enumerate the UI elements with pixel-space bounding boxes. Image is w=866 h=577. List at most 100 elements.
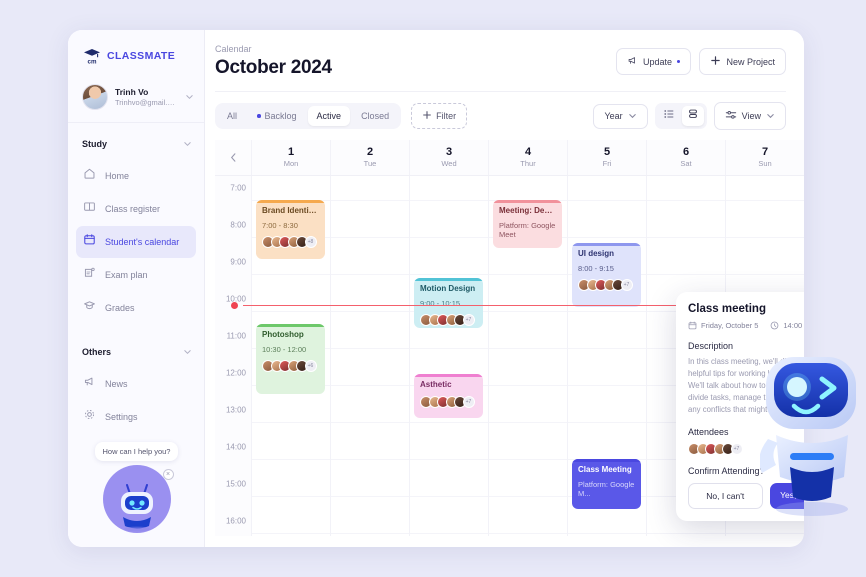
day-column[interactable]	[330, 176, 409, 536]
page-title: October 2024	[215, 57, 332, 78]
add-filter-button[interactable]: Filter	[411, 103, 468, 129]
calendar-event[interactable]: UI design 8:00 - 9:15 +7	[572, 242, 641, 308]
filter-pill-label: All	[227, 111, 238, 121]
sidebar-item-label: Settings	[105, 412, 138, 422]
assistant-widget[interactable]: How can I help you? ×	[68, 441, 205, 533]
time-gutter: 7:00 8:00 9:00 10:00 11:00 12:00 13:00 14:00 15:…	[215, 176, 251, 536]
prev-week-button[interactable]	[215, 140, 251, 175]
day-number: 5	[603, 146, 611, 158]
sidebar-item-students-calendar[interactable]: Student's calendar	[76, 226, 196, 258]
sidebar-item-class-register[interactable]: Class register	[76, 193, 196, 225]
event-accent-bar	[572, 459, 641, 462]
chevron-down-icon[interactable]	[183, 135, 192, 153]
day-number: 1	[287, 146, 295, 158]
popover-date: Friday, October 5	[688, 321, 758, 330]
board-view-button[interactable]	[681, 106, 704, 126]
event-attendees: +6	[262, 359, 319, 372]
close-circle-icon[interactable]: ×	[162, 469, 174, 480]
plus-icon	[422, 110, 432, 122]
day-column-header[interactable]: 2 Tue	[330, 140, 409, 175]
calendar-day-header: 1 Mon 2 Tue 3 Wed 4 Thur 5 Fri 6 Sat 7 S…	[215, 140, 804, 176]
brand-logo[interactable]: cm CLASSMATE	[68, 30, 204, 66]
day-name: Mon	[283, 159, 299, 168]
robot-avatar-icon[interactable]: ×	[102, 465, 174, 533]
attendees-more-count: +7	[620, 278, 633, 291]
megaphone-icon	[627, 55, 638, 68]
decline-button[interactable]: No, I can't	[688, 483, 763, 510]
filter-pill-all[interactable]: All	[218, 106, 246, 126]
brand-name: CLASSMATE	[107, 50, 176, 62]
filter-pill-label: Backlog	[264, 111, 297, 121]
calendar-event[interactable]: Meeting: Desig... Platform: Google Meet	[493, 200, 562, 249]
sidebar-item-exam-plan[interactable]: Exam plan	[76, 259, 196, 291]
filter-pill-closed[interactable]: Closed	[352, 106, 398, 126]
hour-label: 11:00	[226, 331, 246, 341]
popover-title: Class meeting	[688, 303, 766, 315]
breadcrumb: Calendar	[215, 44, 252, 54]
new-project-button-label: New Project	[726, 56, 775, 67]
section-header-study[interactable]: Study	[68, 123, 204, 159]
day-name: Thur	[520, 159, 536, 168]
calendar-event[interactable]: Brand Identity D... 7:00 - 8:30 +8	[256, 200, 325, 260]
book-icon	[83, 200, 96, 218]
range-select[interactable]: Year	[593, 103, 648, 129]
day-name: Wed	[441, 159, 457, 168]
hour-label: 12:00	[225, 368, 246, 378]
sidebar-item-settings[interactable]: Settings	[76, 401, 196, 433]
chevron-left-icon	[230, 153, 235, 162]
calendar-event[interactable]: Photoshop 10:30 - 12:00 +6	[256, 323, 325, 395]
sidebar-item-grades[interactable]: Grades	[76, 292, 196, 324]
section-title: Study	[82, 139, 108, 149]
day-column-header[interactable]: 1 Mon	[251, 140, 330, 175]
home-icon	[83, 167, 96, 185]
plus-icon	[710, 55, 721, 68]
filter-pill-active[interactable]: Active	[307, 106, 351, 126]
calendar-event[interactable]: Motion Design 9:00 - 10:15 +7	[414, 277, 483, 328]
new-project-button[interactable]: New Project	[699, 48, 786, 75]
event-title: Class Meeting	[578, 465, 632, 474]
chevron-down-icon[interactable]	[185, 88, 194, 106]
clock-icon	[771, 321, 779, 330]
attendees-more-count: +7	[462, 313, 475, 326]
attendees-more-count: +7	[730, 443, 743, 456]
event-accent-bar	[256, 200, 325, 203]
attendees-more-count: +6	[304, 359, 317, 372]
sidebar-item-home[interactable]: Home	[76, 160, 196, 192]
event-title: Photoshop	[262, 329, 304, 339]
day-column[interactable]	[409, 176, 488, 536]
avatar	[82, 84, 108, 110]
view-options-button[interactable]: View	[713, 102, 786, 130]
update-button[interactable]: Update	[615, 48, 692, 75]
attendees-more-count: +8	[304, 236, 317, 248]
day-column-header[interactable]: 4 Thur	[488, 140, 567, 175]
chevron-down-icon[interactable]	[183, 343, 192, 361]
graduation-cap-icon: cm	[82, 46, 102, 66]
event-title: Brand Identity D...	[262, 206, 319, 215]
day-number: 7	[761, 146, 769, 158]
list-view-button[interactable]	[658, 106, 680, 126]
hour-label: 15:00	[225, 479, 246, 489]
day-column-header[interactable]: 7 Sun	[725, 140, 804, 175]
profile-email: Trinhvo@gmail.com	[115, 97, 178, 107]
event-attendees: +7	[420, 313, 477, 326]
sliders-icon	[725, 109, 737, 123]
section-header-others[interactable]: Others	[68, 325, 204, 367]
view-options-label: View	[741, 111, 761, 121]
event-subtitle: 7:00 - 8:30	[262, 221, 298, 230]
popover-time-text: 14:00 - 15:00	[783, 321, 804, 330]
megaphone-icon	[83, 375, 96, 393]
add-filter-label: Filter	[436, 111, 457, 121]
current-time-dot	[231, 301, 238, 309]
sidebar-item-news[interactable]: News	[76, 368, 196, 400]
day-column-header[interactable]: 3 Wed	[409, 140, 488, 175]
profile-card[interactable]: Trinh Vo Trinhvo@gmail.com	[68, 72, 204, 123]
filter-pill-backlog[interactable]: Backlog	[248, 106, 306, 126]
calendar-event[interactable]: Class Meeting Platform: Google M...	[572, 459, 641, 509]
event-subtitle: 8:00 - 9:15	[578, 263, 614, 273]
clipboard-icon	[83, 266, 96, 284]
calendar-icon	[688, 321, 697, 330]
day-column-header[interactable]: 6 Sat	[646, 140, 725, 175]
calendar-event[interactable]: Asthetic +7	[414, 373, 483, 419]
day-column-header[interactable]: 5 Fri	[567, 140, 646, 175]
event-subtitle: Platform: Google Meet	[499, 221, 556, 239]
